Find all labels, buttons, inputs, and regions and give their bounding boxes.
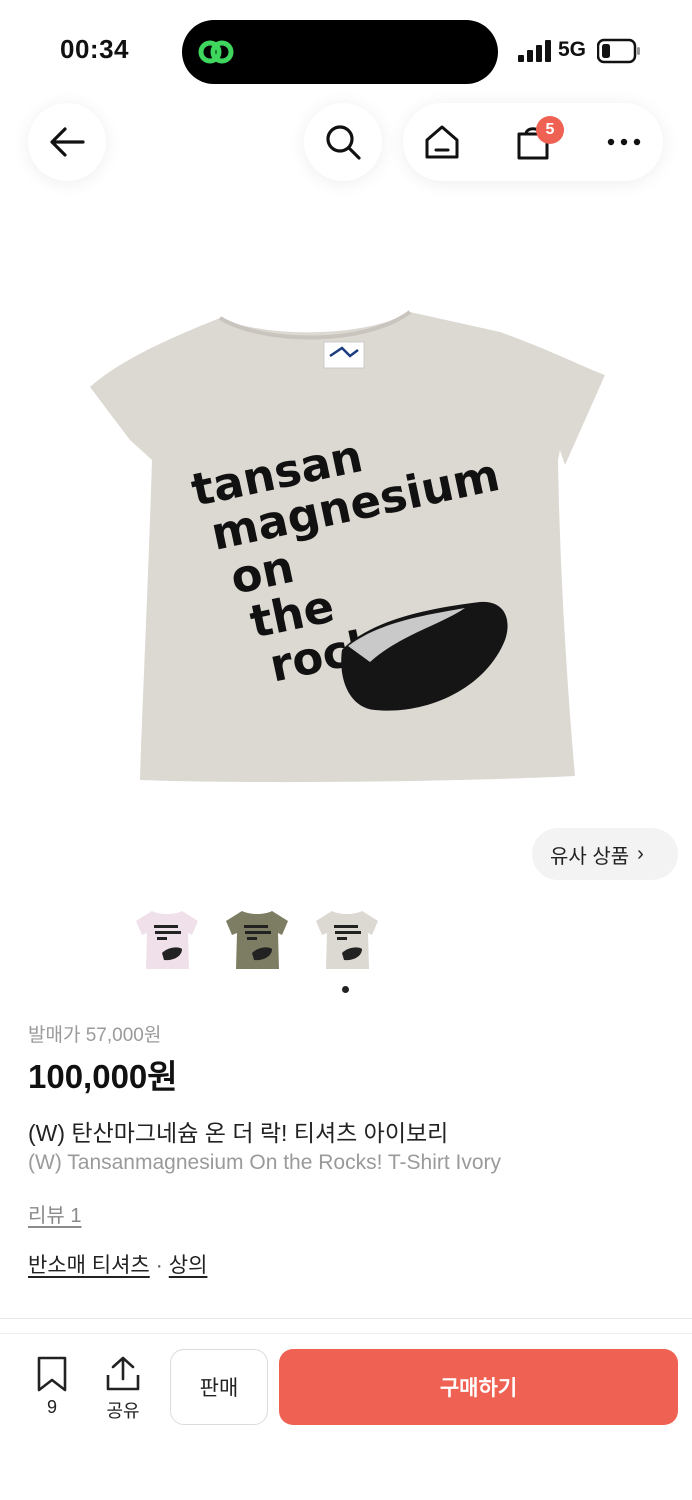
network-label: 5G xyxy=(558,38,587,61)
buy-button[interactable]: 구매하기 xyxy=(279,1349,678,1425)
share-label: 공유 xyxy=(106,1401,140,1421)
home-icon[interactable] xyxy=(423,123,461,161)
product-image: tansan magnesium on the rocks! xyxy=(90,310,605,783)
chevron-right-icon: › xyxy=(637,842,644,865)
bookmark-button[interactable]: 9 xyxy=(32,1355,72,1421)
similar-products-label: 유사 상품 xyxy=(550,845,630,868)
nav-actions-pill xyxy=(403,103,663,181)
dynamic-island xyxy=(182,20,498,84)
thumbnail-strip xyxy=(132,905,382,975)
thumbnail-pink[interactable] xyxy=(132,905,202,975)
product-name-korean: (W) 탄산마그네슘 온 더 락! 티셔츠 아이보리 xyxy=(28,1120,449,1146)
share-button[interactable]: 공유 xyxy=(100,1355,146,1421)
bookmark-count: 9 xyxy=(46,1397,57,1417)
arrow-left-icon xyxy=(50,127,85,157)
sell-button[interactable]: 판매 xyxy=(170,1349,268,1425)
category-separator: · xyxy=(155,1254,163,1277)
battery-icon xyxy=(597,38,640,64)
review-link[interactable]: 리뷰 1 xyxy=(28,1199,81,1228)
cart-count-badge: 5 xyxy=(536,116,564,144)
page-indicator-dot xyxy=(342,986,349,993)
search-button[interactable] xyxy=(304,103,382,181)
divider xyxy=(0,1318,692,1319)
similar-products-button[interactable]: 유사 상품 › xyxy=(532,828,678,880)
current-price: 100,000원 xyxy=(28,1058,178,1095)
thumbnail-olive[interactable] xyxy=(222,905,292,975)
thumbnail-ivory[interactable] xyxy=(312,905,382,975)
bottom-bar-divider xyxy=(0,1333,692,1334)
category-breadcrumb: 반소매 티셔츠 · 상의 xyxy=(28,1249,207,1279)
more-icon[interactable] xyxy=(607,138,641,146)
category-short-sleeve-tshirt[interactable]: 반소매 티셔츠 xyxy=(28,1254,150,1277)
category-tops[interactable]: 상의 xyxy=(169,1254,208,1277)
status-time: 00:34 xyxy=(60,34,129,64)
search-icon xyxy=(326,125,361,160)
signal-icon xyxy=(518,40,551,62)
link-app-icon xyxy=(198,40,234,64)
product-name-english: (W) Tansanmagnesium On the Rocks! T-Shir… xyxy=(28,1151,502,1174)
share-icon xyxy=(106,1356,140,1391)
release-price: 발매가 57,000원 xyxy=(28,1025,162,1046)
back-button[interactable] xyxy=(28,103,106,181)
bookmark-icon xyxy=(37,1356,67,1392)
